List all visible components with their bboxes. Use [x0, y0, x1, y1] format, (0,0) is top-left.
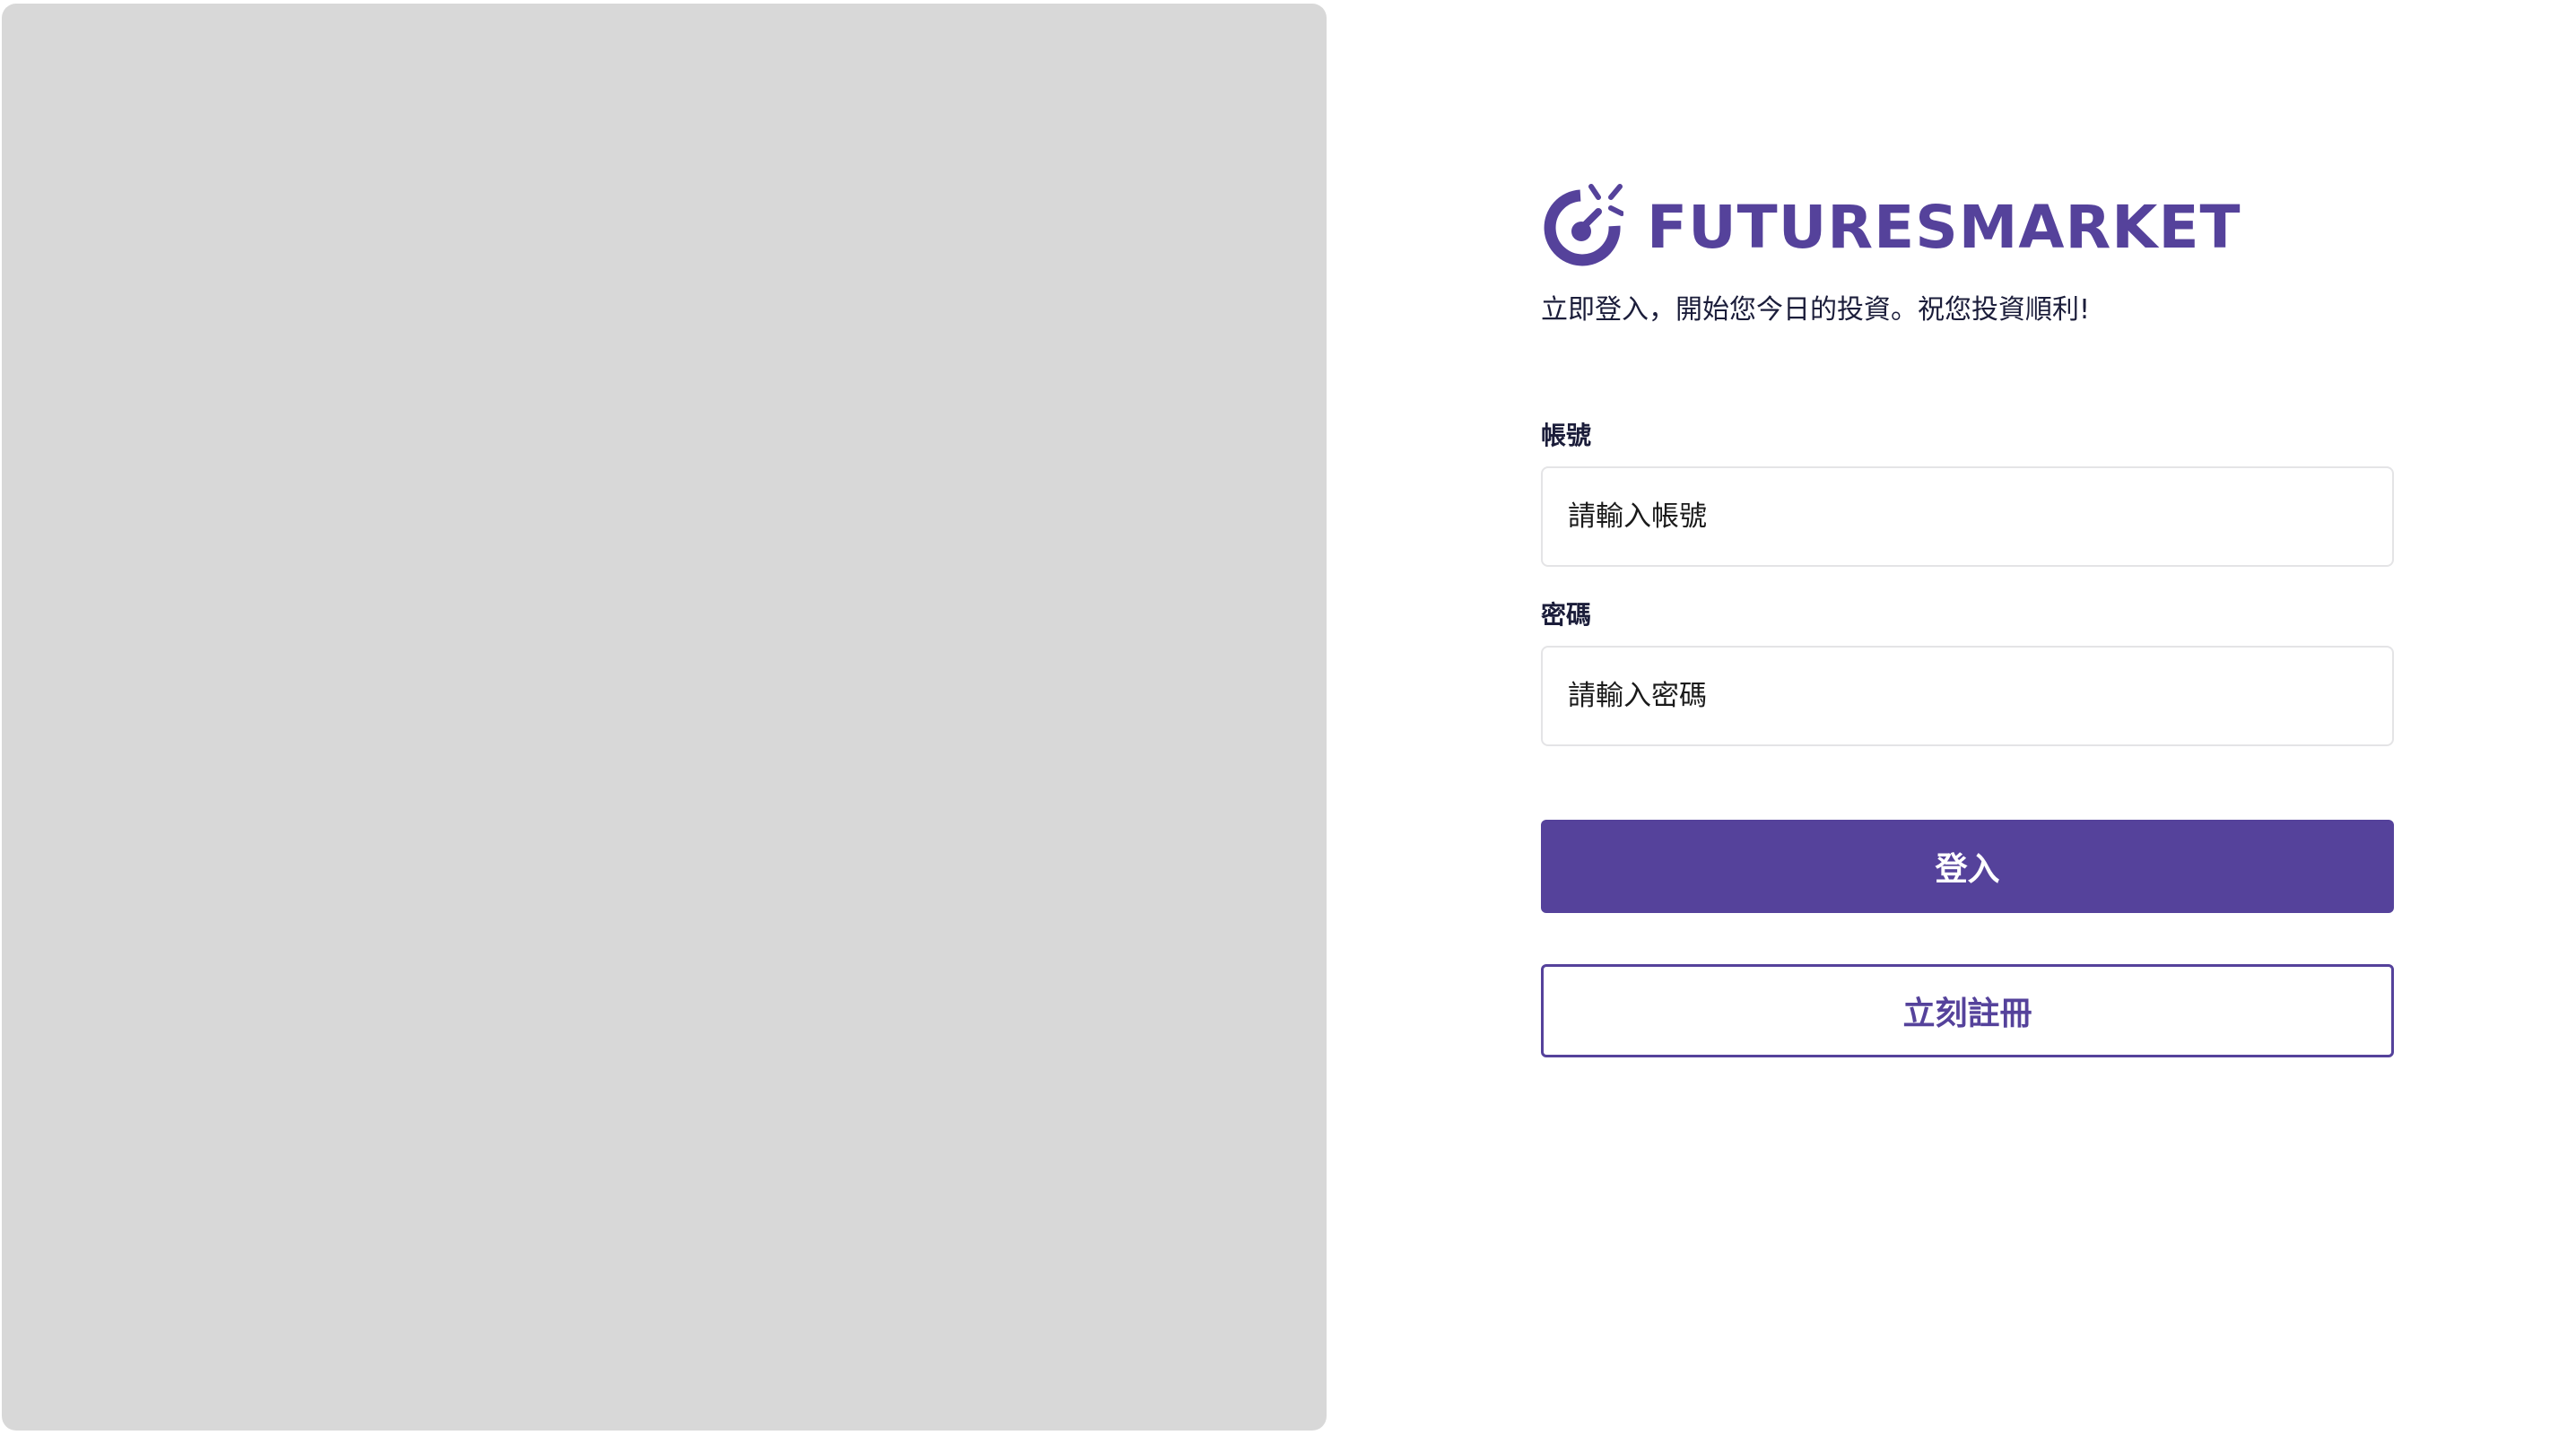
- account-label: 帳號: [1541, 421, 1592, 450]
- futuresmarket-logo-icon: [1544, 184, 1623, 266]
- account-input[interactable]: [1541, 466, 2394, 567]
- login-tagline: 立即登入，開始您今日的投資。祝您投資順利!: [1541, 294, 2091, 326]
- brand-name: FUTURESMARKET: [1647, 193, 2241, 262]
- password-label: 密碼: [1541, 600, 1592, 630]
- brand-logo: FUTURESMARKET: [1541, 179, 2394, 269]
- register-button[interactable]: 立刻註冊: [1541, 964, 2394, 1057]
- password-input[interactable]: [1541, 646, 2394, 746]
- login-page: FUTURESMARKET 立即登入，開始您今日的投資。祝您投資順利! 帳號 密…: [0, 0, 2576, 1435]
- login-button[interactable]: 登入: [1541, 820, 2394, 913]
- hero-image-placeholder: [2, 4, 1327, 1431]
- login-panel: FUTURESMARKET 立即登入，開始您今日的投資。祝您投資順利! 帳號 密…: [1541, 179, 2394, 1057]
